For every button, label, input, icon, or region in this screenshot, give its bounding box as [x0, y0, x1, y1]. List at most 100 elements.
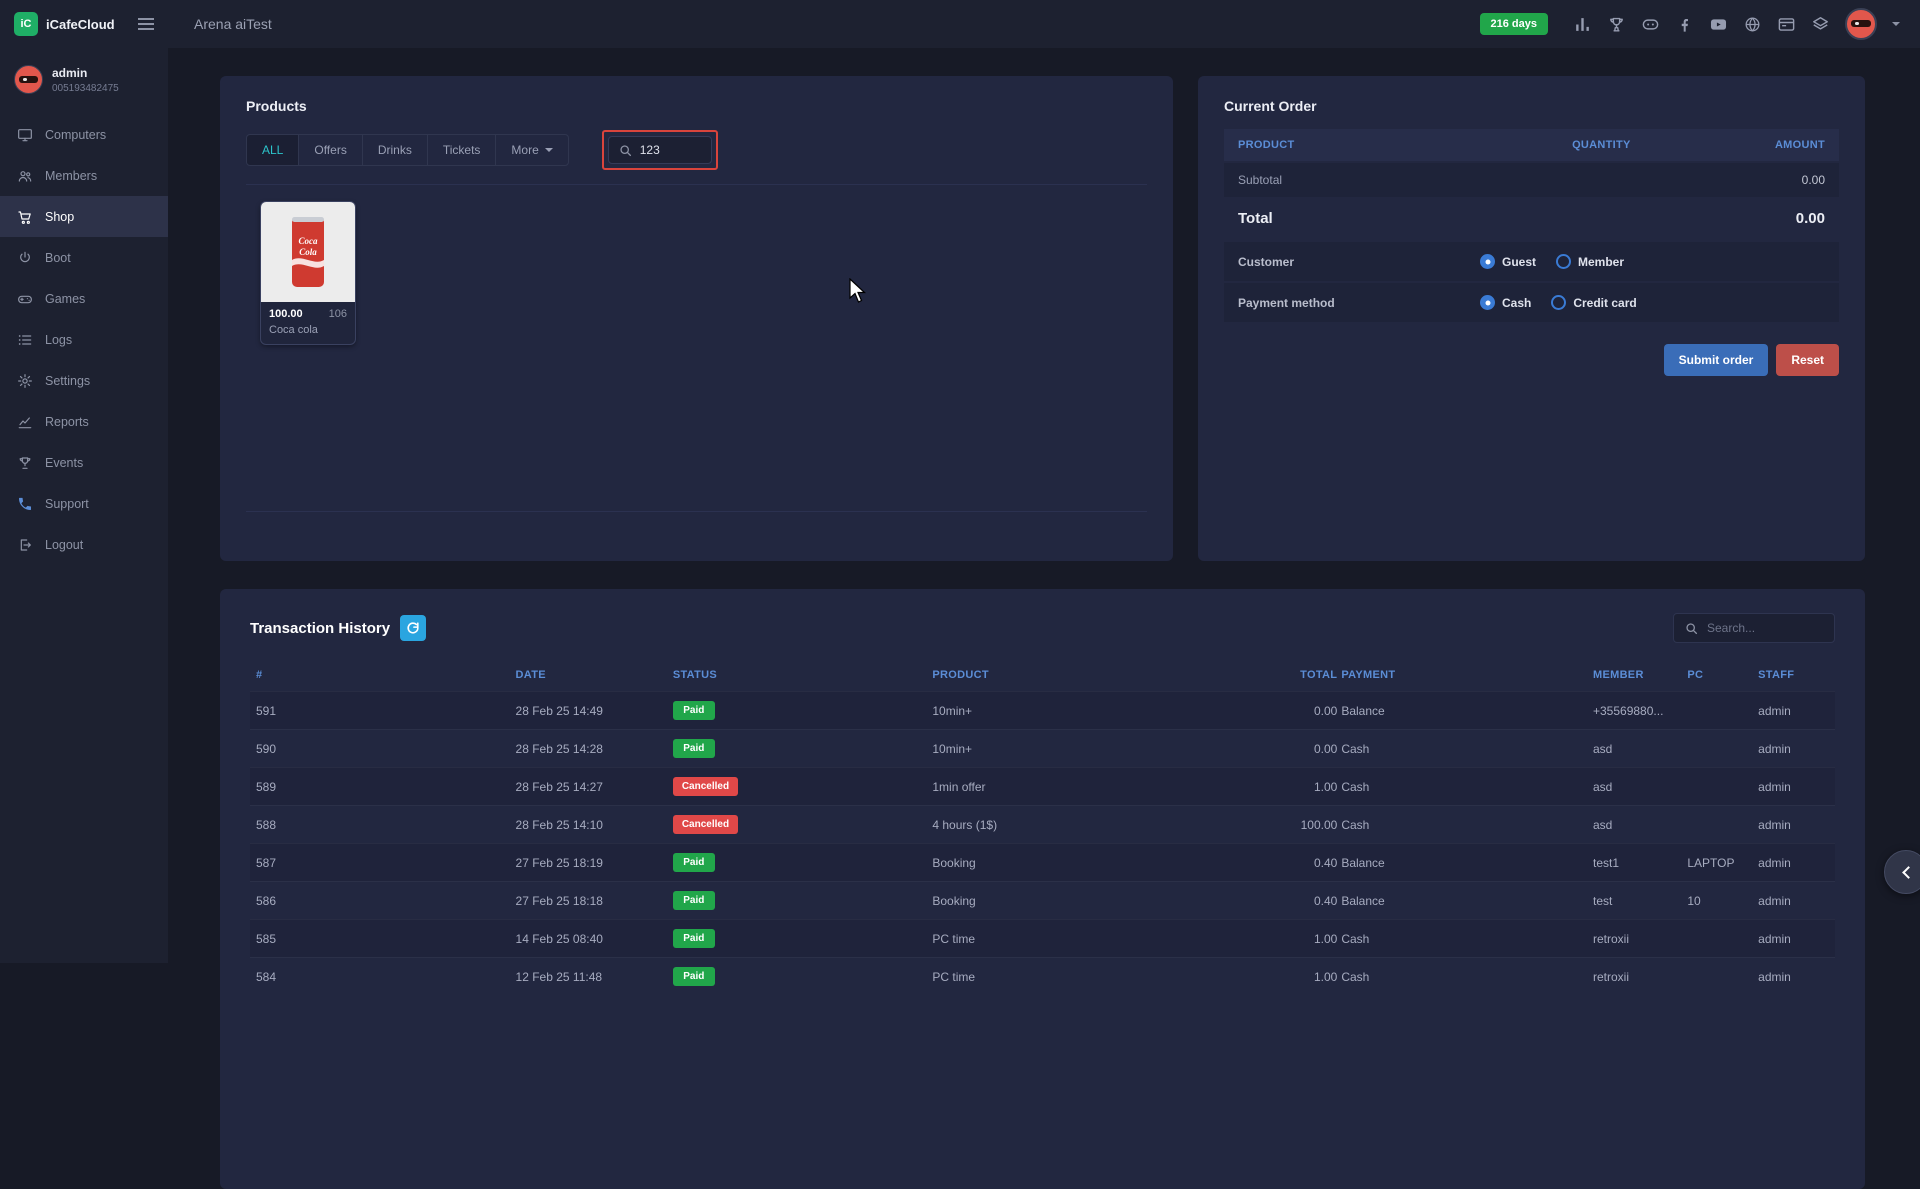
- discord-icon[interactable]: [1641, 15, 1660, 34]
- product-grid: Coca Cola 100.00 106 Coca cola: [246, 184, 1147, 512]
- cell-id: 585: [256, 932, 516, 946]
- table-row[interactable]: 590 28 Feb 25 14:28 Paid 10min+ 0.00 Cas…: [250, 729, 1835, 767]
- table-row[interactable]: 589 28 Feb 25 14:27 Cancelled 1min offer…: [250, 767, 1835, 805]
- cell-status: Paid: [673, 967, 933, 986]
- payment-option-credit-card[interactable]: Credit card: [1551, 295, 1636, 310]
- col-id: #: [256, 669, 516, 681]
- customer-option-member[interactable]: Member: [1556, 254, 1624, 269]
- order-subtotal-row: Subtotal 0.00: [1224, 163, 1839, 197]
- sidebar-item-label: Reports: [45, 415, 89, 429]
- user-menu-caret-icon[interactable]: [1892, 22, 1900, 26]
- gamepad-icon: [17, 291, 33, 307]
- cell-date: 28 Feb 25 14:49: [516, 704, 673, 718]
- table-row[interactable]: 587 27 Feb 25 18:19 Paid Booking 0.40 Ba…: [250, 843, 1835, 881]
- order-col-quantity: QUANTITY: [1518, 139, 1686, 151]
- sidebar-item-events[interactable]: Events: [0, 442, 168, 483]
- tab-more[interactable]: More: [495, 134, 568, 166]
- stats-icon[interactable]: [1573, 15, 1592, 34]
- cell-status: Cancelled: [673, 815, 933, 834]
- transaction-search-input[interactable]: [1707, 621, 1817, 635]
- sidebar-item-members[interactable]: Members: [0, 155, 168, 196]
- apps-icon[interactable]: [1811, 15, 1830, 34]
- cell-pc: 10: [1687, 894, 1758, 908]
- payment-label: Payment method: [1238, 296, 1480, 310]
- cell-staff: admin: [1758, 856, 1829, 870]
- user-avatar[interactable]: [1845, 8, 1877, 40]
- order-title: Current Order: [1224, 98, 1839, 114]
- sidebar-item-reports[interactable]: Reports: [0, 401, 168, 442]
- cell-total: 0.00: [1239, 742, 1341, 756]
- sidebar-item-boot[interactable]: Boot: [0, 237, 168, 278]
- reset-button[interactable]: Reset: [1776, 344, 1839, 376]
- refresh-button[interactable]: [400, 615, 426, 641]
- cell-staff: admin: [1758, 818, 1829, 832]
- submit-order-button[interactable]: Submit order: [1664, 344, 1769, 376]
- cell-payment: Cash: [1341, 780, 1593, 794]
- payment-option-cash[interactable]: Cash: [1480, 295, 1531, 310]
- sidebar-item-label: Logs: [45, 333, 72, 347]
- customer-option-guest[interactable]: Guest: [1480, 254, 1536, 269]
- tournament-icon[interactable]: [1607, 15, 1626, 34]
- cell-product: 1min offer: [932, 780, 1239, 794]
- col-total: TOTAL: [1239, 669, 1341, 681]
- cell-member: retroxii: [1593, 932, 1687, 946]
- table-row[interactable]: 591 28 Feb 25 14:49 Paid 10min+ 0.00 Bal…: [250, 691, 1835, 729]
- website-icon[interactable]: [1743, 15, 1762, 34]
- transaction-search[interactable]: [1673, 613, 1835, 643]
- cell-payment: Cash: [1341, 818, 1593, 832]
- table-row[interactable]: 586 27 Feb 25 18:18 Paid Booking 0.40 Ba…: [250, 881, 1835, 919]
- status-badge: Cancelled: [673, 777, 738, 796]
- product-search-input[interactable]: [640, 143, 704, 157]
- cell-staff: admin: [1758, 742, 1829, 756]
- table-row[interactable]: 585 14 Feb 25 08:40 Paid PC time 1.00 Ca…: [250, 919, 1835, 957]
- chat-expand-button[interactable]: [1884, 850, 1920, 894]
- cell-member: asd: [1593, 742, 1687, 756]
- sidebar-item-logout[interactable]: Logout: [0, 524, 168, 565]
- sidebar-item-label: Shop: [45, 210, 74, 224]
- facebook-icon[interactable]: [1675, 15, 1694, 34]
- table-row[interactable]: 588 28 Feb 25 14:10 Cancelled 4 hours (1…: [250, 805, 1835, 843]
- cell-date: 27 Feb 25 18:19: [516, 856, 673, 870]
- cell-total: 0.00: [1239, 704, 1341, 718]
- product-search[interactable]: [608, 136, 712, 164]
- cell-total: 1.00: [1239, 970, 1341, 984]
- sidebar-item-settings[interactable]: Settings: [0, 360, 168, 401]
- col-date: DATE: [516, 669, 673, 681]
- youtube-icon[interactable]: [1709, 15, 1728, 34]
- sidebar-item-support[interactable]: Support: [0, 483, 168, 524]
- menu-toggle-icon[interactable]: [138, 18, 154, 30]
- products-tabs: ALL Offers Drinks Tickets More: [246, 130, 1147, 170]
- sidebar-item-logs[interactable]: Logs: [0, 319, 168, 360]
- col-member: MEMBER: [1593, 669, 1687, 681]
- product-card-coca-cola[interactable]: Coca Cola 100.00 106 Coca cola: [260, 201, 356, 345]
- sidebar-item-shop[interactable]: Shop: [0, 196, 168, 237]
- tab-drinks[interactable]: Drinks: [362, 134, 428, 166]
- tab-tickets[interactable]: Tickets: [427, 134, 497, 166]
- subtotal-value: 0.00: [1802, 173, 1825, 187]
- cell-member: +35569880...: [1593, 704, 1687, 718]
- cell-product: Booking: [932, 856, 1239, 870]
- tab-all[interactable]: ALL: [246, 134, 299, 166]
- radio-guest[interactable]: [1480, 254, 1495, 269]
- members-icon: [17, 168, 33, 184]
- transaction-history-title: Transaction History: [250, 620, 390, 637]
- tab-offers[interactable]: Offers: [298, 134, 362, 166]
- sidebar-user-block[interactable]: admin 005193482475: [0, 48, 168, 114]
- license-icon[interactable]: [1777, 15, 1796, 34]
- products-panel: Products ALL Offers Drinks Tickets More …: [220, 76, 1173, 561]
- radio-cash[interactable]: [1480, 295, 1495, 310]
- radio-credit-card[interactable]: [1551, 295, 1566, 310]
- trophy-icon: [17, 455, 33, 471]
- status-badge: Paid: [673, 853, 715, 872]
- cell-date: 27 Feb 25 18:18: [516, 894, 673, 908]
- brand-name: iCafeCloud: [46, 17, 115, 32]
- brand[interactable]: iC iCafeCloud: [14, 12, 116, 36]
- cell-date: 28 Feb 25 14:10: [516, 818, 673, 832]
- license-days-badge[interactable]: 216 days: [1480, 13, 1548, 35]
- sidebar-item-computers[interactable]: Computers: [0, 114, 168, 155]
- sidebar-item-games[interactable]: Games: [0, 278, 168, 319]
- cell-status: Cancelled: [673, 777, 933, 796]
- cell-member: asd: [1593, 780, 1687, 794]
- radio-member[interactable]: [1556, 254, 1571, 269]
- sidebar-item-label: Computers: [45, 128, 106, 142]
